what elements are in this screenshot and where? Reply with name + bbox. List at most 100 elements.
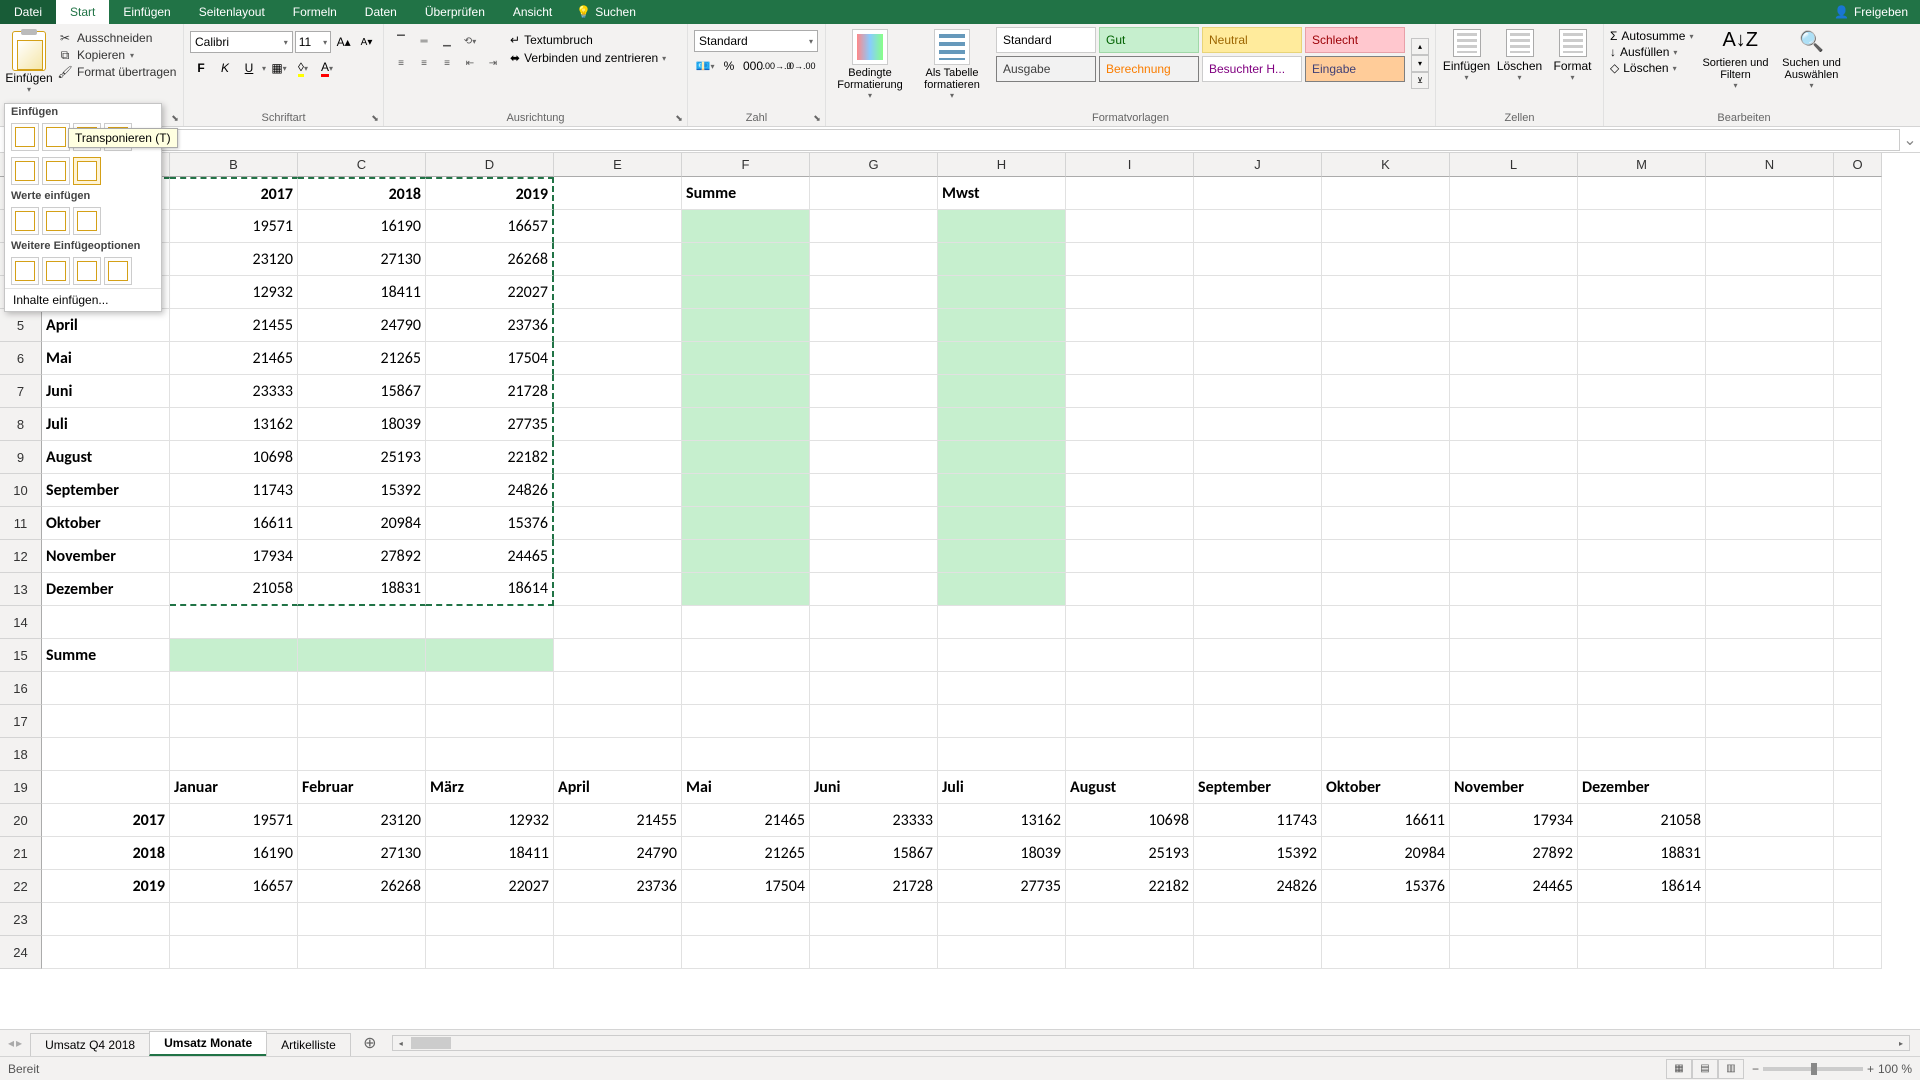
cell[interactable] [1450,210,1578,243]
style-besuchter h...[interactable]: Besuchter H... [1202,56,1302,82]
cell[interactable]: 21265 [682,837,810,870]
cell[interactable]: 27130 [298,243,426,276]
cell[interactable] [1450,507,1578,540]
styles-more[interactable]: ⊻ [1411,72,1429,89]
alignment-dialog-launcher[interactable]: ⬊ [673,112,685,124]
cell[interactable] [1066,375,1194,408]
cell[interactable] [1834,507,1882,540]
cell[interactable]: 13162 [170,408,298,441]
cell[interactable] [426,672,554,705]
paste-keep-source[interactable] [11,123,39,151]
cell[interactable]: 27735 [426,408,554,441]
cell[interactable] [1834,771,1882,804]
row-header-5[interactable]: 5 [0,309,42,342]
cell[interactable]: 21465 [170,342,298,375]
cell[interactable] [682,639,810,672]
cell[interactable]: 23736 [554,870,682,903]
cell[interactable] [1450,474,1578,507]
cell[interactable] [810,276,938,309]
cell[interactable]: Summe [42,639,170,672]
cell[interactable] [1450,573,1578,606]
cell[interactable] [1578,705,1706,738]
cell[interactable]: Januar [170,771,298,804]
col-header-K[interactable]: K [1322,153,1450,177]
cell[interactable]: 16611 [170,507,298,540]
cell[interactable] [1322,573,1450,606]
number-dialog-launcher[interactable]: ⬊ [811,112,823,124]
cell[interactable] [1834,474,1882,507]
format-painter-button[interactable]: 🖌Format übertragen [58,65,176,79]
cell[interactable] [1834,903,1882,936]
cut-button[interactable]: ✂Ausschneiden [58,31,176,45]
styles-scroll-down[interactable]: ▾ [1411,55,1429,72]
cell[interactable] [810,210,938,243]
cell[interactable] [554,243,682,276]
paste-values-source[interactable] [73,207,101,235]
cell[interactable] [1578,540,1706,573]
cell[interactable] [682,210,810,243]
sheet-tab[interactable]: Umsatz Monate [149,1031,267,1056]
paste-special-menu[interactable]: Inhalte einfügen... [5,288,161,311]
tab-formeln[interactable]: Formeln [279,0,351,24]
cell[interactable] [1706,243,1834,276]
paste-picture[interactable] [73,257,101,285]
cell[interactable] [1066,474,1194,507]
col-header-I[interactable]: I [1066,153,1194,177]
cell[interactable] [1834,276,1882,309]
col-header-M[interactable]: M [1578,153,1706,177]
cell[interactable] [1578,573,1706,606]
cell[interactable]: 25193 [298,441,426,474]
align-top-button[interactable]: ▔ [390,31,412,51]
cell[interactable] [1450,540,1578,573]
zoom-out-button[interactable]: − [1752,1062,1759,1076]
cell[interactable] [1706,177,1834,210]
cell[interactable] [298,936,426,969]
cell[interactable] [1834,804,1882,837]
cell[interactable] [938,342,1066,375]
wrap-text-button[interactable]: ↵Textumbruch [510,33,666,47]
cell[interactable] [682,738,810,771]
cell[interactable] [1578,639,1706,672]
cell[interactable]: 15376 [426,507,554,540]
cell[interactable] [1194,375,1322,408]
cell[interactable]: 27892 [1450,837,1578,870]
row-header-16[interactable]: 16 [0,672,42,705]
cell[interactable] [682,672,810,705]
cell[interactable]: 21265 [298,342,426,375]
cell[interactable] [1706,573,1834,606]
row-header-22[interactable]: 22 [0,870,42,903]
cell[interactable]: 2018 [298,177,426,210]
cell[interactable]: 17504 [682,870,810,903]
cell[interactable]: 15392 [1194,837,1322,870]
cell[interactable] [298,705,426,738]
row-header-10[interactable]: 10 [0,474,42,507]
cell[interactable]: 16657 [426,210,554,243]
row-header-18[interactable]: 18 [0,738,42,771]
format-as-table-button[interactable]: Als Tabelle formatieren▾ [914,27,990,100]
cell[interactable] [1706,639,1834,672]
cell[interactable] [810,474,938,507]
cell[interactable] [1066,309,1194,342]
orientation-button[interactable]: ⟲▾ [459,31,481,51]
cell[interactable]: Dezember [1578,771,1706,804]
cell[interactable] [682,441,810,474]
format-cells-button[interactable]: Format▾ [1548,27,1597,82]
scroll-left[interactable]: ◂ [393,1036,409,1050]
cell[interactable]: 15392 [298,474,426,507]
cell[interactable] [170,606,298,639]
cell[interactable]: 12932 [170,276,298,309]
sheet-tab[interactable]: Artikelliste [266,1033,351,1056]
col-header-N[interactable]: N [1706,153,1834,177]
cell[interactable] [1450,276,1578,309]
cell[interactable]: August [1066,771,1194,804]
cell[interactable] [1194,606,1322,639]
cell[interactable] [554,507,682,540]
cell[interactable] [554,705,682,738]
cell[interactable] [938,705,1066,738]
cell[interactable] [1578,474,1706,507]
cell[interactable] [1578,936,1706,969]
cell[interactable] [1834,606,1882,639]
cell[interactable] [1706,507,1834,540]
font-dialog-launcher[interactable]: ⬊ [369,112,381,124]
cell[interactable] [426,903,554,936]
